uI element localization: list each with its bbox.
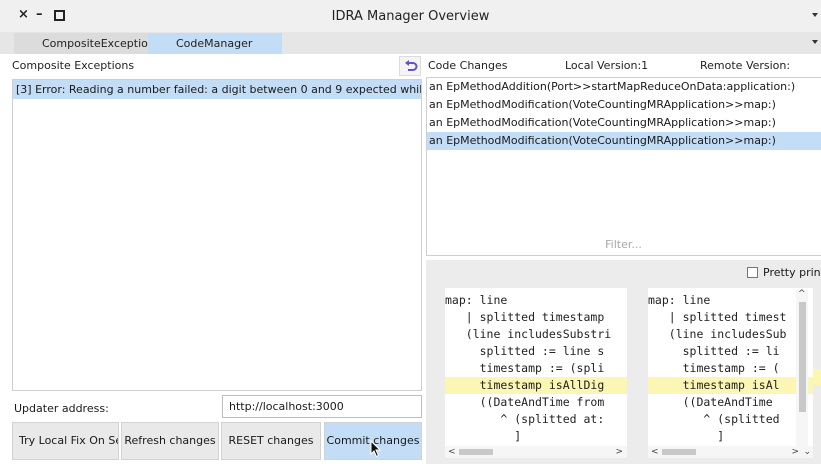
code-line: ((DateAndTime [648,395,780,409]
code-line: splitted := line s [445,344,605,358]
composite-exceptions-list[interactable]: [3] Error: Reading a number failed: a di… [12,79,422,391]
code-line: (line includesSub [648,327,787,341]
change-item-selected[interactable]: an EpMethodModification(VoteCountingMRAp… [427,132,821,150]
code-line: ^ (splitted [648,412,780,426]
code-line: timestamp := (spli [445,361,605,375]
code-line-changed: timestamp isAllDig [445,377,627,394]
code-line: map: line [648,293,711,307]
tab-composite-exceptions[interactable]: CompositeExceptior [14,33,148,54]
pretty-print-checkbox[interactable] [747,267,758,278]
new-code-pane[interactable]: map: line | splitted timest (line includ… [648,288,813,458]
remote-version-label: Remote Version: [700,59,791,72]
updater-address-label: Updater address: [14,402,109,415]
scroll-left-icon[interactable]: < [651,446,659,458]
tab-code-manager[interactable]: CodeManager [148,33,282,54]
scroll-up-icon[interactable]: ^ [798,288,806,300]
tab-menu-arrow-icon[interactable] [812,40,818,44]
scroll-down-icon[interactable]: ⌄ [803,446,811,458]
window-title: IDRA Manager Overview [331,9,490,24]
change-item[interactable]: an EpMethodModification(VoteCountingMRAp… [427,114,821,132]
tab-bar: CompositeExceptior CodeManager [0,32,821,54]
undo-button[interactable] [399,56,421,76]
pretty-print-label: Pretty print [763,266,821,279]
code-line: splitted := li [648,344,780,358]
title-bar: × – IDRA Manager Overview [0,0,821,32]
code-line: timestamp := ( [648,361,780,375]
code-changes-header: Code Changes [428,59,508,72]
composite-exceptions-header: Composite Exceptions [12,59,135,72]
code-line: ^ (splitted at: [445,412,605,426]
scroll-left-icon[interactable]: < [448,446,456,458]
new-code-horizontal-scrollbar[interactable]: < > ⌄ [648,446,813,458]
code-line: map: line [445,293,508,307]
mouse-cursor-icon [370,440,382,458]
code-changes-list[interactable]: an EpMethodAddition(Port>>startMapReduce… [426,77,821,256]
scroll-right-icon[interactable]: > [791,446,799,458]
code-line: ((DateAndTime from [445,395,605,409]
local-version-label: Local Version:1 [565,59,649,72]
code-line: (line includesSubstri [445,327,612,341]
code-line: ] [648,429,725,443]
code-line: ] [445,429,522,443]
undo-icon [405,60,418,71]
scrollbar-thumb[interactable] [459,449,493,455]
filter-input[interactable]: Filter... [426,238,821,251]
scrollbar-thumb[interactable] [662,449,696,455]
new-code-vertical-scrollbar[interactable]: ^ [796,288,808,446]
old-code-pane[interactable]: map: line | splitted timestamp (line inc… [445,288,627,458]
refresh-changes-button[interactable]: Refresh changes [121,422,219,460]
code-line-changed: timestamp isAl [648,377,813,394]
change-item[interactable]: an EpMethodAddition(Port>>startMapReduce… [427,78,821,96]
code-line: | splitted timest [648,310,787,324]
scrollbar-thumb[interactable] [799,302,806,412]
code-line: | splitted timestamp [445,310,605,324]
old-code-horizontal-scrollbar[interactable]: < > [445,446,627,458]
change-item[interactable]: an EpMethodModification(VoteCountingMRAp… [427,96,821,114]
list-item[interactable]: [3] Error: Reading a number failed: a di… [13,80,421,99]
updater-address-input[interactable] [222,395,422,418]
window-menu-arrow-icon[interactable] [812,13,818,17]
reset-changes-button[interactable]: RESET changes [221,422,321,460]
scroll-right-icon[interactable]: > [615,446,623,458]
try-local-fix-button[interactable]: Try Local Fix On Sel [12,422,119,460]
diff-change-marker [813,369,821,385]
